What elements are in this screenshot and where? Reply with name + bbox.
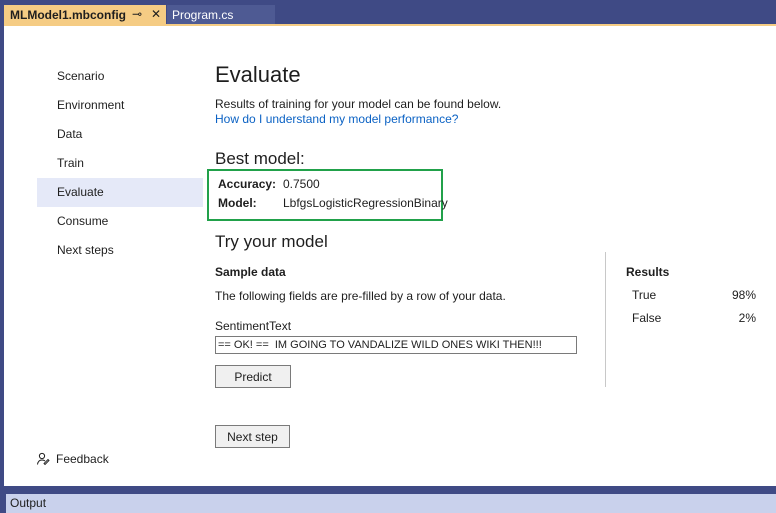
nav-item-label: Consume — [57, 214, 109, 228]
model-value: LbfgsLogisticRegressionBinary — [283, 196, 448, 210]
nav-item-label: Data — [57, 127, 83, 141]
sample-data-heading: Sample data — [215, 265, 286, 279]
pin-icon[interactable]: ⊸ — [132, 7, 142, 21]
nav-item-data[interactable]: Data — [37, 120, 203, 149]
next-step-button[interactable]: Next step — [215, 425, 290, 448]
nav-item-label: Evaluate — [57, 185, 104, 199]
sentiment-text-input[interactable] — [215, 336, 577, 354]
nav-item-label: Scenario — [57, 69, 105, 83]
page-title: Evaluate — [215, 62, 301, 87]
tab-mlmodel1-mbconfig[interactable]: MLModel1.mbconfig ⊸ ✕ — [4, 5, 166, 24]
result-value: 98% — [731, 288, 756, 302]
results-heading: Results — [626, 265, 670, 279]
feedback-link[interactable]: Feedback — [36, 452, 109, 466]
nav-item-label: Next steps — [57, 243, 114, 257]
nav-item-evaluate[interactable]: Evaluate — [37, 178, 203, 207]
tab-label: MLModel1.mbconfig — [10, 7, 126, 22]
nav-item-label: Environment — [57, 98, 125, 112]
page-subtitle: Results of training for your model can b… — [215, 97, 502, 111]
document-tab-strip: MLModel1.mbconfig ⊸ ✕ Program.cs — [0, 0, 776, 24]
nav-item-scenario[interactable]: Scenario — [37, 62, 203, 91]
predict-button[interactable]: Predict — [215, 365, 291, 388]
nav-item-environment[interactable]: Environment — [37, 91, 203, 120]
output-panel-tab[interactable]: Output — [6, 494, 776, 513]
accuracy-value: 0.7500 — [283, 177, 320, 191]
tab-program-cs[interactable]: Program.cs — [167, 5, 275, 24]
accuracy-label: Accuracy: — [218, 177, 277, 191]
model-performance-help-link[interactable]: How do I understand my model performance… — [215, 112, 458, 126]
try-your-model-heading: Try your model — [215, 232, 328, 251]
results-divider — [605, 252, 606, 387]
nav-item-train[interactable]: Train — [37, 149, 203, 178]
result-label: True — [632, 288, 657, 302]
step-navigation: Scenario Environment Data Train Evaluate… — [37, 62, 203, 265]
nav-item-consume[interactable]: Consume — [37, 207, 203, 236]
model-builder-document: Scenario Environment Data Train Evaluate… — [4, 24, 776, 486]
close-icon[interactable]: ✕ — [151, 7, 161, 21]
model-label: Model: — [218, 196, 257, 210]
result-value: 2% — [738, 311, 756, 325]
feedback-label: Feedback — [56, 452, 109, 466]
feedback-icon — [37, 452, 50, 466]
sample-data-description: The following fields are pre-filled by a… — [215, 289, 506, 303]
sentiment-text-label: SentimentText — [215, 319, 292, 333]
tab-label: Program.cs — [172, 7, 234, 22]
best-model-highlight-box: Accuracy: 0.7500 Model: LbfgsLogisticReg… — [207, 169, 448, 221]
bottom-tool-window-strip: Output — [0, 486, 776, 513]
nav-item-next-steps[interactable]: Next steps — [37, 236, 203, 265]
best-model-heading: Best model: — [215, 149, 305, 168]
result-label: False — [632, 311, 662, 325]
nav-item-label: Train — [57, 156, 84, 170]
app-window: MLModel1.mbconfig ⊸ ✕ Program.cs Scenari… — [0, 0, 776, 513]
